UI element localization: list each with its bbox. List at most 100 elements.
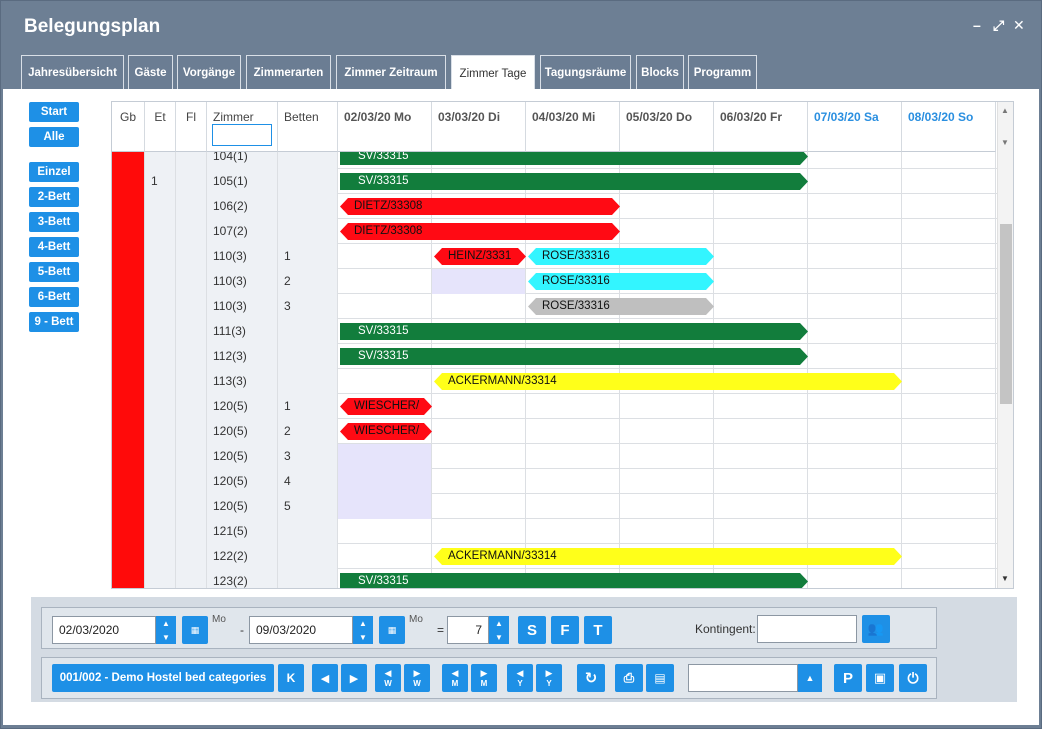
filter-3-bett-button[interactable]: 3-Bett [29, 212, 79, 232]
day-cell[interactable] [902, 569, 996, 588]
day-cell[interactable] [808, 569, 902, 588]
day-cell[interactable] [432, 519, 526, 544]
day-header[interactable]: 06/03/20 Fr [714, 102, 808, 152]
day-cell[interactable] [808, 494, 902, 519]
day-cell[interactable] [808, 169, 902, 194]
day-cell[interactable] [526, 419, 620, 444]
day-cell[interactable] [432, 444, 526, 469]
minimize-icon[interactable]: – [973, 17, 981, 33]
date-from-input[interactable]: 02/03/2020 [52, 616, 156, 644]
day-cell[interactable] [902, 194, 996, 219]
booking-bar[interactable]: DIETZ/33308 [340, 223, 620, 240]
tab-zimmer-zeitraum[interactable]: Zimmer Zeitraum [336, 55, 446, 90]
day-cell[interactable] [902, 419, 996, 444]
day-cell[interactable] [714, 219, 808, 244]
days-count-input[interactable]: 7 [447, 616, 489, 644]
luggage-icon[interactable]: ▣ [866, 664, 894, 692]
day-cell[interactable] [338, 269, 432, 294]
all-button[interactable]: Alle [29, 127, 79, 147]
filter-6-bett-button[interactable]: 6-Bett [29, 287, 79, 307]
tab-jahresuebersicht[interactable]: Jahresübersicht [21, 55, 124, 90]
day-cell[interactable] [808, 152, 902, 169]
day-cell[interactable] [714, 244, 808, 269]
day-cell[interactable] [808, 319, 902, 344]
next-day-icon[interactable]: ▶ [341, 664, 367, 692]
day-cell[interactable] [902, 269, 996, 294]
day-cell[interactable] [620, 469, 714, 494]
day-cell[interactable] [338, 369, 432, 394]
day-cell[interactable] [526, 494, 620, 519]
day-cell[interactable] [620, 444, 714, 469]
day-cell[interactable] [808, 394, 902, 419]
day-cell[interactable] [338, 444, 432, 469]
day-cell[interactable] [432, 494, 526, 519]
document-icon[interactable]: ▤ [646, 664, 674, 692]
day-cell[interactable] [526, 394, 620, 419]
day-header[interactable]: 05/03/20 Do [620, 102, 714, 152]
day-cell[interactable] [338, 294, 432, 319]
users-icon[interactable]: 👥 [862, 615, 890, 643]
day-cell[interactable] [714, 419, 808, 444]
day-cell[interactable] [902, 219, 996, 244]
booking-bar[interactable]: SV/33315 [340, 573, 808, 588]
category-button[interactable]: 001/002 - Demo Hostel bed categories [52, 664, 274, 692]
scroll-collapse-icon[interactable]: ▼ [1001, 138, 1009, 147]
booking-bar[interactable]: SV/33315 [340, 348, 808, 365]
selection-dropdown[interactable] [688, 664, 798, 692]
day-cell[interactable] [902, 244, 996, 269]
filter-2-bett-button[interactable]: 2-Bett [29, 187, 79, 207]
day-cell[interactable] [902, 444, 996, 469]
tab-zimmer-tage[interactable]: Zimmer Tage [451, 55, 535, 91]
day-cell[interactable] [338, 244, 432, 269]
day-cell[interactable] [432, 294, 526, 319]
booking-bar[interactable]: ROSE/33316 [528, 298, 714, 315]
day-cell[interactable] [714, 194, 808, 219]
f-button[interactable]: F [551, 616, 579, 644]
day-cell[interactable] [714, 269, 808, 294]
day-cell[interactable] [808, 419, 902, 444]
day-cell[interactable] [902, 469, 996, 494]
prev-month-icon[interactable]: ◀ M [442, 664, 468, 692]
date-to-calendar-icon[interactable]: ▦ [379, 616, 405, 644]
day-cell[interactable] [808, 519, 902, 544]
day-cell[interactable] [338, 494, 432, 519]
prev-week-icon[interactable]: ◀ W [375, 664, 401, 692]
day-cell[interactable] [808, 244, 902, 269]
print-icon[interactable]: ⎙ [615, 664, 643, 692]
zimmer-filter-input[interactable] [212, 124, 272, 146]
t-button[interactable]: T [584, 616, 612, 644]
day-cell[interactable] [620, 519, 714, 544]
booking-bar[interactable]: HEINZ/3331 [434, 248, 526, 265]
day-cell[interactable] [808, 444, 902, 469]
refresh-icon[interactable]: ↻ [577, 664, 605, 692]
day-cell[interactable] [902, 169, 996, 194]
day-cell[interactable] [620, 219, 714, 244]
tab-vorgaenge[interactable]: Vorgänge [177, 55, 241, 90]
prev-day-icon[interactable]: ◀ [312, 664, 338, 692]
day-header[interactable]: 03/03/20 Di [432, 102, 526, 152]
scroll-up-icon[interactable]: ▲ [1001, 106, 1009, 115]
day-cell[interactable] [714, 444, 808, 469]
day-cell[interactable] [620, 394, 714, 419]
booking-bar[interactable]: ROSE/33316 [528, 273, 714, 290]
filter-5-bett-button[interactable]: 5-Bett [29, 262, 79, 282]
day-header[interactable]: 07/03/20 Sa [808, 102, 902, 152]
scroll-thumb[interactable] [1000, 224, 1012, 404]
day-cell[interactable] [902, 294, 996, 319]
next-week-icon[interactable]: ▶ W [404, 664, 430, 692]
day-cell[interactable] [808, 194, 902, 219]
booking-bar[interactable]: WIESCHER/ [340, 398, 432, 415]
day-cell[interactable] [808, 344, 902, 369]
maximize-icon[interactable]: ⤢ [993, 17, 1004, 34]
day-cell[interactable] [714, 469, 808, 494]
p-button[interactable]: P [834, 664, 862, 692]
day-cell[interactable] [902, 544, 996, 569]
day-cell[interactable] [808, 469, 902, 494]
booking-bar[interactable]: ROSE/33316 [528, 248, 714, 265]
next-year-icon[interactable]: ▶ Y [536, 664, 562, 692]
s-button[interactable]: S [518, 616, 546, 644]
day-cell[interactable] [526, 469, 620, 494]
day-cell[interactable] [714, 294, 808, 319]
date-to-spinner[interactable]: ▲ ▼ [353, 616, 373, 644]
day-cell[interactable] [338, 544, 432, 569]
